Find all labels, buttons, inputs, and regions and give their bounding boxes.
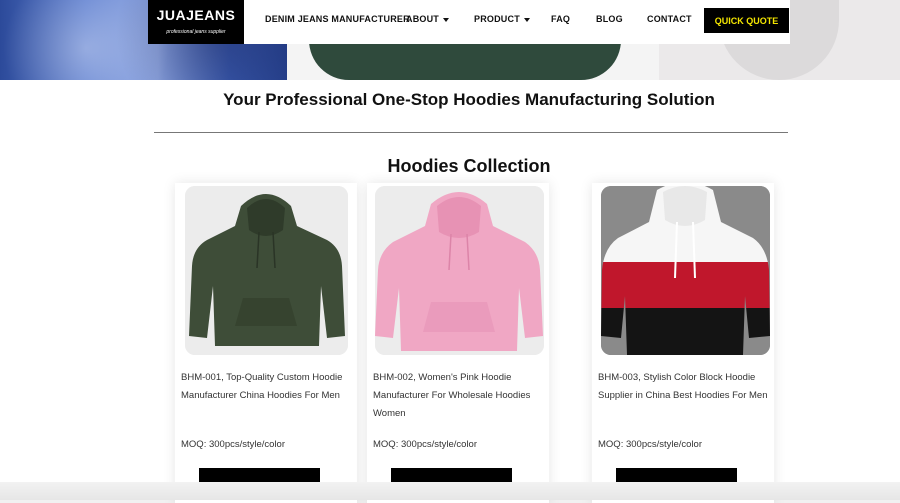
product-moq: MOQ: 300pcs/style/color [598,439,703,450]
product-description: BHM-003, Stylish Color Block Hoodie Supp… [598,372,768,401]
nav-item-about[interactable]: ABOUT [406,14,449,24]
nav-label: DENIM JEANS MANUFACTURER [265,14,410,24]
nav-label: CONTACT [647,14,692,24]
site-header: JUAJEANS professional jeans supplier DEN… [148,0,790,44]
page: JUAJEANS professional jeans supplier DEN… [0,0,900,503]
logo-tagline: professional jeans supplier [166,29,226,35]
nav-item-denim-jeans-manufacturer[interactable]: DENIM JEANS MANUFACTURER [265,14,410,24]
nav-label: ABOUT [406,14,439,24]
chevron-down-icon [443,17,449,22]
nav-label: BLOG [596,14,623,24]
product-image-colorblock-hoodie[interactable] [601,186,770,355]
product-card[interactable]: BHM-002, Women's Pink Hoodie Manufacture… [367,183,549,503]
product-image-green-hoodie[interactable] [185,186,348,355]
chevron-down-icon [523,17,530,22]
nav-label: FAQ [551,14,571,24]
logo-text: JUAJEANS [156,7,236,23]
section-title: Hoodies Collection [387,156,551,176]
product-description: BHM-001, Top-Quality Custom Hoodie Manuf… [181,372,343,401]
bottom-edge [0,482,900,500]
page-headline: Your Professional One-Stop Hoodies Manuf… [223,90,715,109]
nav-label: PRODUCT [474,14,520,24]
product-image-pink-hoodie[interactable] [375,186,544,355]
main-content: Your Professional One-Stop Hoodies Manuf… [148,80,790,503]
nav-item-contact[interactable]: CONTACT [647,14,692,24]
product-description: BHM-002, Women's Pink Hoodie Manufacture… [373,372,531,419]
nav-item-faq[interactable]: FAQ [551,14,570,24]
product-moq: MOQ: 300pcs/style/color [373,439,478,450]
product-card[interactable]: BHM-003, Stylish Color Block Hoodie Supp… [592,183,774,503]
nav-item-product[interactable]: PRODUCT [474,14,530,24]
divider [154,132,788,133]
logo[interactable]: JUAJEANS professional jeans supplier [148,0,244,44]
quick-quote-button[interactable]: QUICK QUOTE [704,8,789,33]
product-moq: MOQ: 300pcs/style/color [181,439,286,450]
nav-item-blog[interactable]: BLOG [596,14,623,24]
product-card[interactable]: BHM-001, Top-Quality Custom Hoodie Manuf… [175,183,357,503]
